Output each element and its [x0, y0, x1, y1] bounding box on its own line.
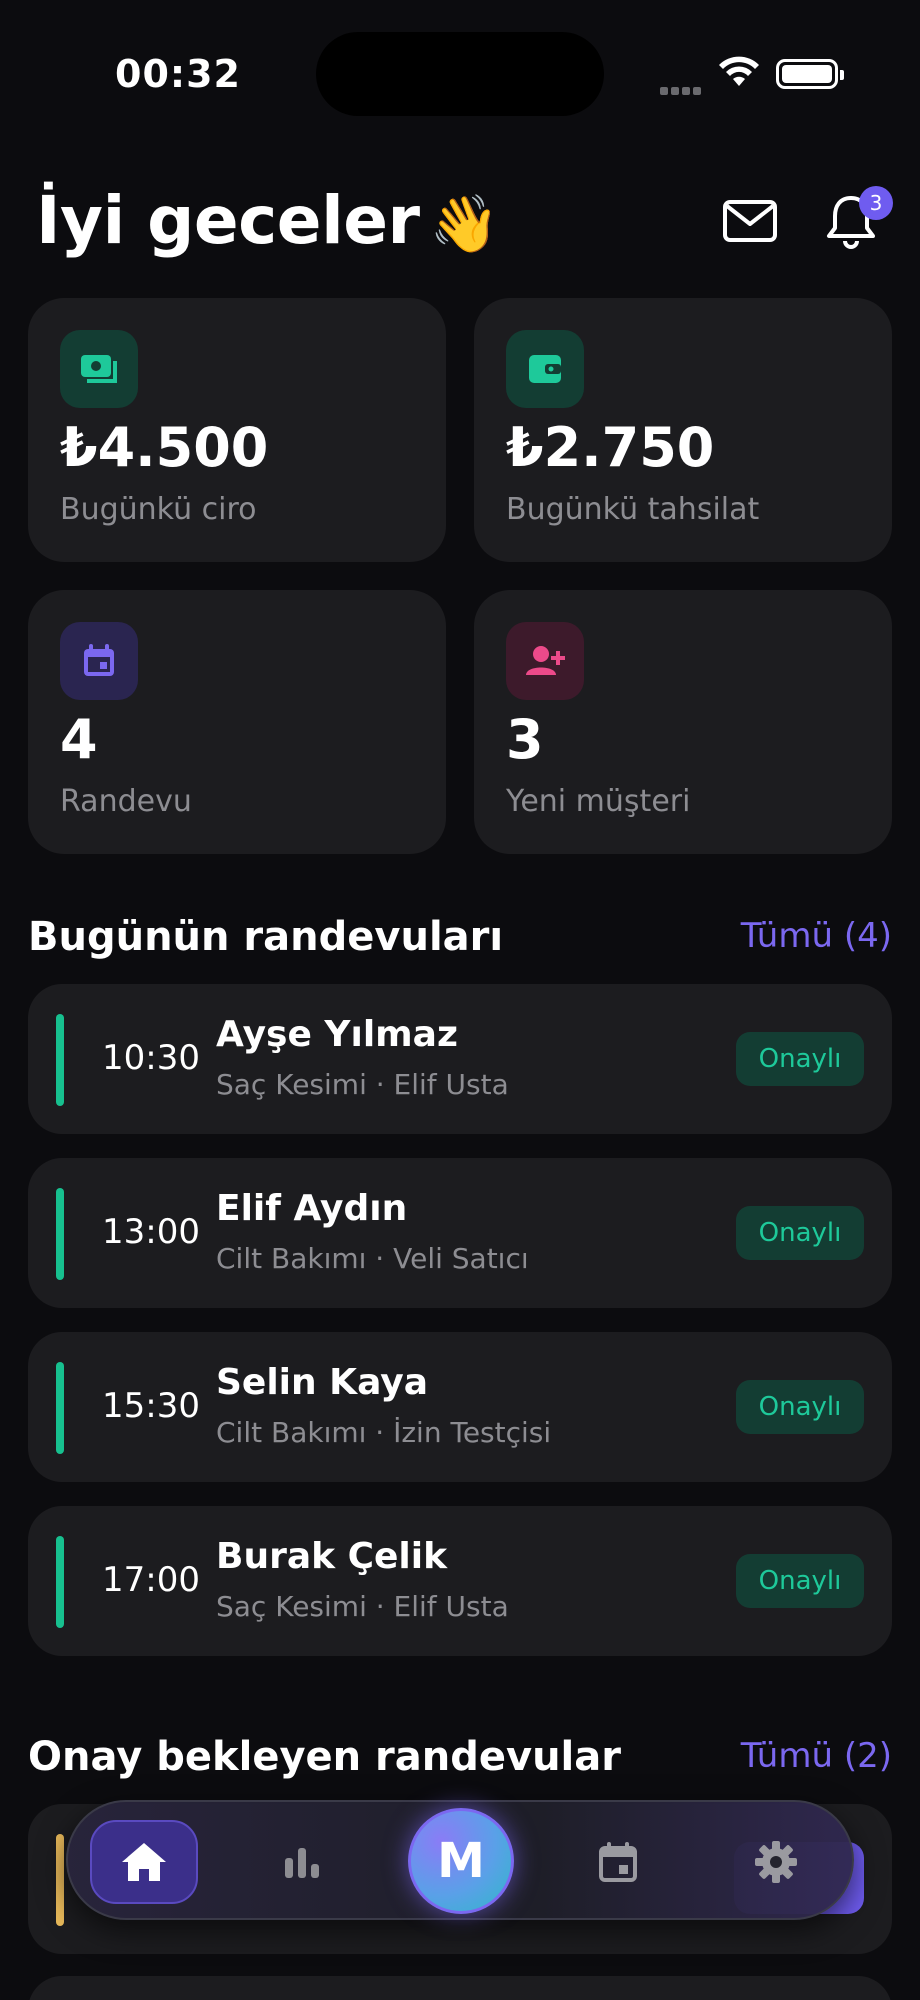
cellular-signal-icon [660, 80, 704, 95]
stat-card-appointments[interactable]: 4 Randevu [28, 590, 446, 854]
pending-indicator [56, 1834, 64, 1926]
today-see-all-link[interactable]: Tümü (4) [741, 916, 892, 956]
status-indicator [56, 1188, 64, 1280]
customer-name: Burak Çelik [216, 1536, 448, 1577]
battery-icon [776, 59, 844, 89]
appointment-time: 13:00 [102, 1212, 200, 1252]
status-badge: Onaylı [736, 1206, 864, 1260]
calendar-icon [599, 1842, 637, 1882]
stat-value: ₺4.500 [60, 416, 269, 479]
status-indicator [56, 1536, 64, 1628]
stat-card-revenue[interactable]: ₺4.500 Bugünkü ciro [28, 298, 446, 562]
greeting-text: İyi geceler [36, 182, 420, 259]
customer-name: Ayşe Yılmaz [216, 1014, 458, 1055]
appointment-detail: Saç Kesimi · Elif Usta [216, 1068, 509, 1101]
customer-name: Elif Aydın [216, 1188, 408, 1229]
home-icon [122, 1843, 166, 1881]
chart-icon [285, 1848, 319, 1878]
wave-emoji: 👋 [429, 192, 500, 257]
stat-card-collection[interactable]: ₺2.750 Bugünkü tahsilat [474, 298, 892, 562]
status-indicator [56, 1014, 64, 1106]
appointment-detail: Cilt Bakımı · İzin Testçisi [216, 1416, 552, 1449]
status-bar: 00:32 [0, 0, 920, 140]
status-indicator [56, 1362, 64, 1454]
cash-icon [60, 330, 138, 408]
section-title-pending: Onay bekleyen randevular [28, 1734, 621, 1780]
status-time: 00:32 [115, 52, 241, 96]
greeting-title: İyi geceler 👋 [36, 182, 499, 259]
status-badge: Onaylı [736, 1032, 864, 1086]
stat-label: Bugünkü ciro [60, 492, 257, 527]
notification-badge: 3 [859, 186, 893, 220]
section-title-today: Bugünün randevuları [28, 914, 504, 960]
appointment-row[interactable]: 13:00 Elif Aydın Cilt Bakımı · Veli Satı… [28, 1158, 892, 1308]
mail-icon[interactable] [722, 196, 778, 248]
pending-see-all-link[interactable]: Tümü (2) [741, 1736, 892, 1776]
wifi-icon [719, 56, 759, 86]
appointment-time: 10:30 [102, 1038, 200, 1078]
stat-value: ₺2.750 [506, 416, 715, 479]
appointment-time: 17:00 [102, 1560, 200, 1600]
add-person-icon [506, 622, 584, 700]
wallet-icon [506, 330, 584, 408]
stat-label: Yeni müşteri [506, 784, 691, 819]
appointment-row[interactable]: 17:00 Burak Çelik Saç Kesimi · Elif Usta… [28, 1506, 892, 1656]
pending-appointment-row[interactable] [28, 1976, 892, 2000]
stat-label: Bugünkü tahsilat [506, 492, 760, 527]
nav-calendar[interactable] [564, 1820, 672, 1904]
appointment-detail: Cilt Bakımı · Veli Satıcı [216, 1242, 529, 1275]
customer-name: Selin Kaya [216, 1362, 429, 1403]
calendar-icon [60, 622, 138, 700]
nav-settings[interactable] [722, 1820, 830, 1904]
stat-card-new-customers[interactable]: 3 Yeni müşteri [474, 590, 892, 854]
status-badge: Onaylı [736, 1380, 864, 1434]
appointment-row[interactable]: 10:30 Ayşe Yılmaz Saç Kesimi · Elif Usta… [28, 984, 892, 1134]
nav-home[interactable] [90, 1820, 198, 1904]
stat-value: 4 [60, 708, 98, 771]
appointment-time: 15:30 [102, 1386, 200, 1426]
nav-reports[interactable] [248, 1820, 356, 1904]
appointment-detail: Saç Kesimi · Elif Usta [216, 1590, 509, 1623]
appointment-row[interactable]: 15:30 Selin Kaya Cilt Bakımı · İzin Test… [28, 1332, 892, 1482]
dynamic-island [316, 32, 604, 116]
status-badge: Onaylı [736, 1554, 864, 1608]
nav-center-button[interactable]: M [408, 1808, 514, 1914]
settings-icon [755, 1841, 797, 1883]
stat-label: Randevu [60, 784, 192, 819]
bottom-nav: M [66, 1800, 854, 1920]
stat-value: 3 [506, 708, 544, 771]
